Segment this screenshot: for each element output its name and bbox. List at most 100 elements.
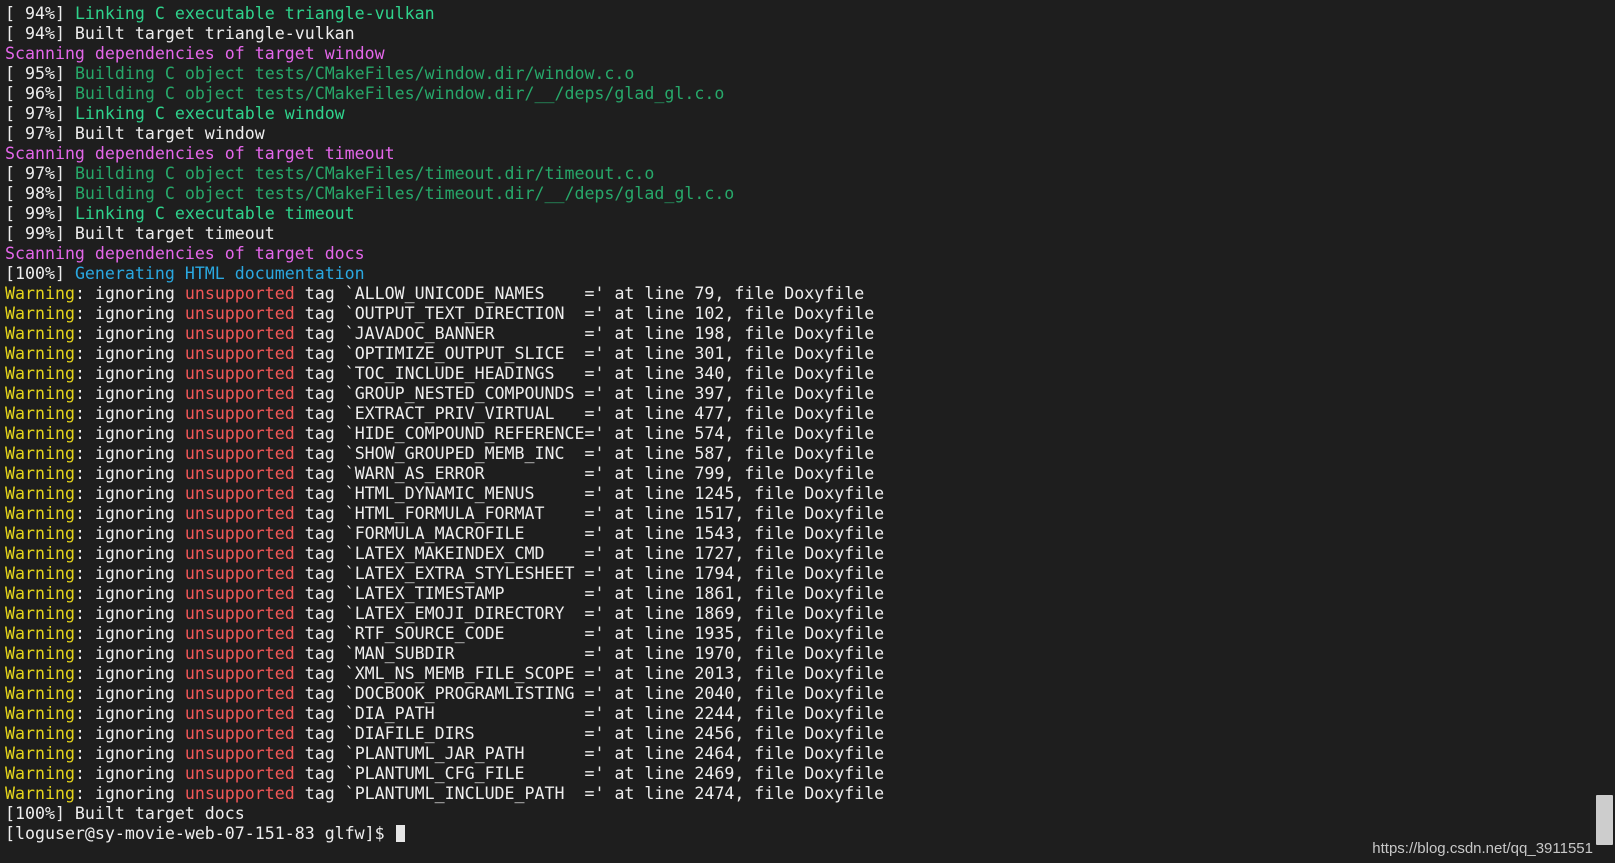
terminal-line: [ 97%] Linking C executable window xyxy=(5,104,1590,124)
terminal-text-segment: : ignoring xyxy=(74,404,185,423)
terminal-text-segment: Warning xyxy=(5,704,75,723)
terminal-text-segment: : ignoring xyxy=(74,444,185,463)
terminal-line: Scanning dependencies of target docs xyxy=(5,244,1590,264)
watermark: https://blog.csdn.net/qq_3911551 xyxy=(1372,840,1593,857)
terminal-text-segment: unsupported xyxy=(184,744,295,763)
terminal-text-segment: Warning xyxy=(5,484,75,503)
terminal-text-segment: tag `LATEX_MAKEINDEX_CMD =' at line 1727… xyxy=(294,544,885,563)
terminal-text-segment: unsupported xyxy=(184,604,295,623)
terminal-line: Warning: ignoring unsupported tag `DOCBO… xyxy=(5,684,1590,704)
terminal-text-segment: unsupported xyxy=(184,464,295,483)
terminal-text-segment: tag `HTML_DYNAMIC_MENUS =' at line 1245,… xyxy=(294,484,885,503)
terminal-text-segment: [ 94%] Built target triangle-vulkan xyxy=(5,24,355,43)
terminal-text-segment: unsupported xyxy=(184,724,295,743)
terminal-text-segment: unsupported xyxy=(184,444,295,463)
terminal-text-segment: : ignoring xyxy=(74,664,185,683)
terminal-text-segment: Building C object tests/CMakeFiles/windo… xyxy=(74,64,635,83)
terminal-text-segment: : ignoring xyxy=(74,724,185,743)
terminal-text-segment: Warning xyxy=(5,404,75,423)
terminal-text-segment: tag `OUTPUT_TEXT_DIRECTION =' at line 10… xyxy=(294,304,875,323)
terminal-text-segment: tag `LATEX_TIMESTAMP =' at line 1861, fi… xyxy=(294,584,885,603)
terminal-text-segment: Warning xyxy=(5,324,75,343)
terminal-text-segment: [ 99%] xyxy=(5,204,75,223)
terminal-text-segment: Building C object tests/CMakeFiles/windo… xyxy=(74,84,725,103)
terminal-line: [ 99%] Built target timeout xyxy=(5,224,1590,244)
terminal-text-segment: unsupported xyxy=(184,764,295,783)
terminal-text-segment: unsupported xyxy=(184,384,295,403)
terminal-line: [ 98%] Building C object tests/CMakeFile… xyxy=(5,184,1590,204)
terminal-text-segment: : ignoring xyxy=(74,324,185,343)
terminal-text-segment: : ignoring xyxy=(74,584,185,603)
terminal-text-segment: tag `PLANTUML_INCLUDE_PATH =' at line 24… xyxy=(294,784,885,803)
terminal-text-segment: unsupported xyxy=(184,564,295,583)
terminal-line: Warning: ignoring unsupported tag `TOC_I… xyxy=(5,364,1590,384)
terminal-text-segment: : ignoring xyxy=(74,484,185,503)
terminal-text-segment: Warning xyxy=(5,524,75,543)
terminal-text-segment: Warning xyxy=(5,744,75,763)
terminal-output[interactable]: [ 94%] Linking C executable triangle-vul… xyxy=(5,4,1590,860)
terminal-text-segment: tag `MAN_SUBDIR =' at line 1970, file Do… xyxy=(294,644,885,663)
terminal-text-segment: : ignoring xyxy=(74,464,185,483)
terminal-text-segment: Warning xyxy=(5,684,75,703)
terminal-text-segment: Linking C executable window xyxy=(74,104,345,123)
terminal-text-segment: unsupported xyxy=(184,424,295,443)
terminal-line: Warning: ignoring unsupported tag `SHOW_… xyxy=(5,444,1590,464)
terminal-text-segment: : ignoring xyxy=(74,424,185,443)
terminal-line: Warning: ignoring unsupported tag `JAVAD… xyxy=(5,324,1590,344)
terminal-text-segment: tag `PLANTUML_JAR_PATH =' at line 2464, … xyxy=(294,744,885,763)
terminal-text-segment: [ 97%] xyxy=(5,164,75,183)
terminal-text-segment: Warning xyxy=(5,604,75,623)
terminal-text-segment: : ignoring xyxy=(74,524,185,543)
terminal-text-segment: unsupported xyxy=(184,344,295,363)
terminal-text-segment: tag `XML_NS_MEMB_FILE_SCOPE =' at line 2… xyxy=(294,664,885,683)
terminal-text-segment: Building C object tests/CMakeFiles/timeo… xyxy=(74,184,735,203)
terminal-line: [ 94%] Built target triangle-vulkan xyxy=(5,24,1590,44)
terminal-line: [ 95%] Building C object tests/CMakeFile… xyxy=(5,64,1590,84)
terminal-text-segment: : ignoring xyxy=(74,284,185,303)
terminal-text-segment: unsupported xyxy=(184,784,295,803)
terminal-text-segment: tag `WARN_AS_ERROR =' at line 799, file … xyxy=(294,464,875,483)
terminal-text-segment: Warning xyxy=(5,724,75,743)
terminal-text-segment: [ 98%] xyxy=(5,184,75,203)
terminal-text-segment: : ignoring xyxy=(74,344,185,363)
terminal-line: Warning: ignoring unsupported tag `OUTPU… xyxy=(5,304,1590,324)
terminal-text-segment: Scanning dependencies of target docs xyxy=(5,244,365,263)
terminal-text-segment: Warning xyxy=(5,284,75,303)
terminal-line: [ 97%] Building C object tests/CMakeFile… xyxy=(5,164,1590,184)
terminal-text-segment: tag `OPTIMIZE_OUTPUT_SLICE =' at line 30… xyxy=(294,344,875,363)
terminal-text-segment: Warning xyxy=(5,544,75,563)
scrollbar-thumb[interactable] xyxy=(1596,795,1613,845)
terminal-line: [ 97%] Built target window xyxy=(5,124,1590,144)
terminal-text-segment: [ 97%] Built target window xyxy=(5,124,265,143)
terminal-text-segment: unsupported xyxy=(184,304,295,323)
terminal-text-segment: unsupported xyxy=(184,644,295,663)
terminal-line: Scanning dependencies of target timeout xyxy=(5,144,1590,164)
vertical-scrollbar[interactable] xyxy=(1595,0,1615,863)
terminal-line: Warning: ignoring unsupported tag `HTML_… xyxy=(5,484,1590,504)
terminal-text-segment: Warning xyxy=(5,664,75,683)
shell-prompt: [loguser@sy-movie-web-07-151-83 glfw]$ xyxy=(5,824,395,843)
terminal-line: Warning: ignoring unsupported tag `HTML_… xyxy=(5,504,1590,524)
terminal-line: Warning: ignoring unsupported tag `PLANT… xyxy=(5,764,1590,784)
command-prompt-line[interactable]: [loguser@sy-movie-web-07-151-83 glfw]$ xyxy=(5,824,1590,844)
terminal-text-segment: tag `PLANTUML_CFG_FILE =' at line 2469, … xyxy=(294,764,885,783)
terminal-text-segment: Scanning dependencies of target window xyxy=(5,44,385,63)
terminal-text-segment: : ignoring xyxy=(74,784,185,803)
terminal-text-segment: unsupported xyxy=(184,584,295,603)
terminal-text-segment: [ 96%] xyxy=(5,84,75,103)
terminal-text-segment: tag `SHOW_GROUPED_MEMB_INC =' at line 58… xyxy=(294,444,875,463)
terminal-text-segment: : ignoring xyxy=(74,364,185,383)
terminal-text-segment: tag `DIAFILE_DIRS =' at line 2456, file … xyxy=(294,724,885,743)
terminal-text-segment: : ignoring xyxy=(74,624,185,643)
terminal-text-segment: tag `FORMULA_MACROFILE =' at line 1543, … xyxy=(294,524,885,543)
terminal-text-segment: Warning xyxy=(5,344,75,363)
terminal-text-segment: Warning xyxy=(5,424,75,443)
terminal-text-segment: Warning xyxy=(5,644,75,663)
terminal-line: Warning: ignoring unsupported tag `EXTRA… xyxy=(5,404,1590,424)
terminal-text-segment: : ignoring xyxy=(74,544,185,563)
terminal-text-segment: tag `TOC_INCLUDE_HEADINGS =' at line 340… xyxy=(294,364,875,383)
terminal-line: Warning: ignoring unsupported tag `LATEX… xyxy=(5,564,1590,584)
terminal-text-segment: Warning xyxy=(5,304,75,323)
terminal-line: Warning: ignoring unsupported tag `PLANT… xyxy=(5,784,1590,804)
terminal-line: Warning: ignoring unsupported tag `DIA_P… xyxy=(5,704,1590,724)
